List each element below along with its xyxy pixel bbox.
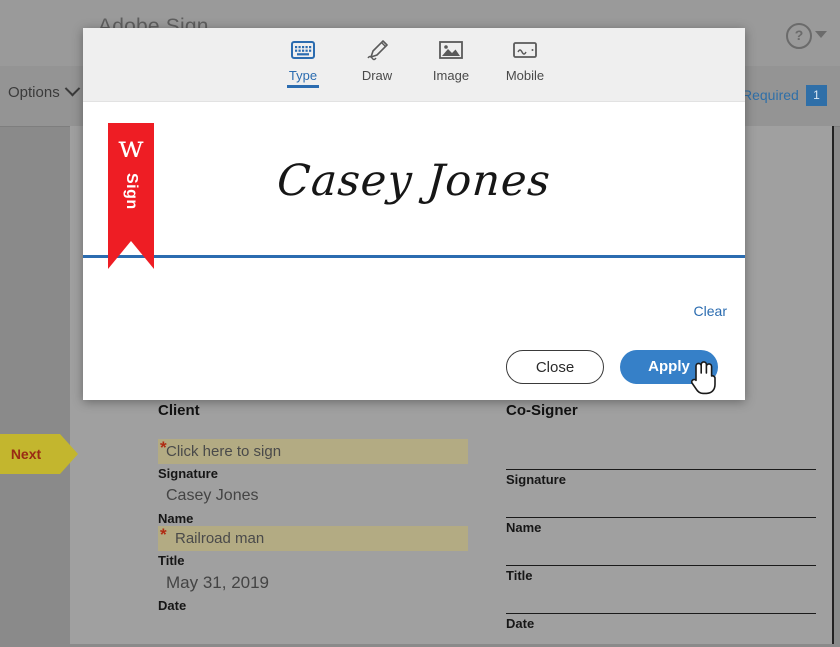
tab-type-label: Type [288, 68, 318, 83]
options-button[interactable]: Options [8, 80, 80, 101]
sign-ribbon-label: Sign [123, 173, 140, 210]
tab-mobile-label: Mobile [505, 68, 545, 83]
required-asterisk: * [160, 525, 167, 544]
cosigner-date-field[interactable] [506, 583, 816, 614]
signature-modal: Type Draw Image Mobile Casey Jones w Sig… [83, 28, 745, 400]
chevron-down-icon[interactable] [815, 31, 827, 38]
cosigner-date-label: Date [506, 616, 535, 631]
signature-modal-header: Type Draw Image Mobile [83, 28, 745, 102]
modal-button-row: Close Apply [506, 350, 718, 384]
cosigner-name-label: Name [506, 520, 542, 535]
cosigner-signature-field[interactable] [506, 439, 816, 470]
client-signature-label: Signature [158, 466, 218, 481]
tab-draw[interactable]: Draw [348, 28, 406, 83]
tab-image-label: Image [432, 68, 470, 83]
client-signature-placeholder: Click here to sign [166, 443, 282, 460]
cosigner-column: Co-Signer Signature Name Title Date [506, 402, 816, 631]
signature-preview-area[interactable]: Casey Jones [83, 102, 745, 259]
cosigner-heading: Co-Signer [506, 402, 578, 419]
client-signature-field[interactable]: * Click here to sign [158, 438, 468, 464]
question-circle-icon[interactable]: ? [786, 23, 812, 49]
mobile-icon [496, 37, 554, 63]
cosigner-name-field[interactable] [506, 487, 816, 518]
adobe-acrobat-icon: w [118, 130, 144, 165]
client-title-value: Railroad man [175, 530, 265, 547]
clear-signature-link[interactable]: Clear [694, 303, 727, 319]
screenshot-root: Adobe Sign ? Options Required 1 any to t… [0, 0, 840, 647]
pen-icon [348, 37, 406, 63]
keyboard-icon [274, 37, 332, 63]
client-name-value[interactable]: Casey Jones [158, 481, 468, 509]
sign-ribbon: w Sign [108, 123, 154, 269]
client-title-label: Title [158, 553, 185, 568]
client-date-value[interactable]: May 31, 2019 [158, 568, 468, 596]
tab-type[interactable]: Type [274, 28, 332, 88]
cosigner-title-label: Title [506, 568, 533, 583]
tab-draw-label: Draw [361, 68, 393, 83]
signature-typed-value: Casey Jones [275, 155, 553, 206]
cosigner-title-field[interactable] [506, 535, 816, 566]
signature-baseline [83, 255, 745, 258]
client-heading: Client [158, 402, 200, 419]
chevron-down-icon [64, 80, 80, 97]
cosigner-signature-label: Signature [506, 472, 566, 487]
close-button[interactable]: Close [506, 350, 604, 384]
options-label: Options [8, 84, 60, 101]
apply-button[interactable]: Apply [620, 350, 718, 384]
required-count-badge[interactable]: 1 [806, 85, 827, 106]
required-label: Required [742, 87, 799, 103]
tab-mobile[interactable]: Mobile [496, 28, 554, 83]
client-date-label: Date [158, 598, 187, 613]
signature-mode-tabs: Type Draw Image Mobile [83, 28, 745, 101]
image-icon [422, 37, 480, 63]
tab-image[interactable]: Image [422, 28, 480, 83]
required-asterisk: * [160, 438, 167, 457]
client-title-field[interactable]: * Railroad man [158, 525, 468, 551]
next-field-flag[interactable]: Next [0, 434, 78, 474]
client-column: Client * Click here to sign Signature Ca… [158, 402, 468, 613]
client-name-label: Name [158, 511, 194, 526]
